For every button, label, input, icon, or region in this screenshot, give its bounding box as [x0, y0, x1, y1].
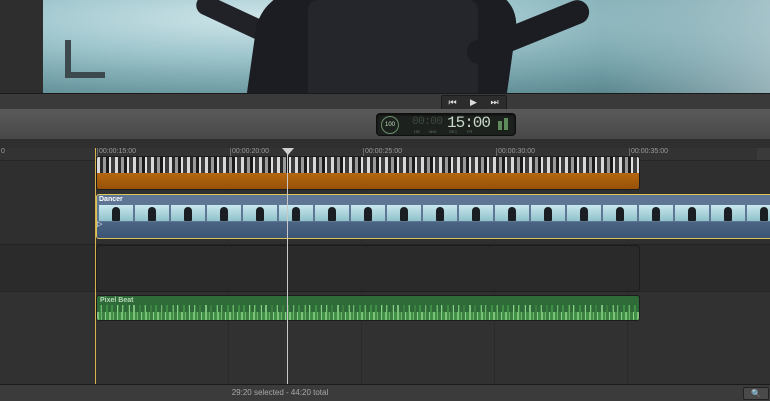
dancer-torso	[308, 0, 478, 93]
stage-light	[603, 0, 770, 93]
timecode-unit-min: MIN	[429, 129, 437, 134]
pixel-beat-audio-clip[interactable]: Pixel Beat	[96, 295, 640, 321]
connected-clip[interactable]	[96, 156, 640, 190]
ruler-tick-label: 00:00:25:00	[363, 148, 402, 159]
ruler-tick-label: 00:00:20:00	[230, 148, 269, 159]
status-bar: 29:20 selected - 44:20 total 🔍	[0, 384, 770, 401]
letter-l-graphic	[65, 40, 105, 78]
viewer	[0, 0, 770, 93]
connected-clip-bar	[97, 173, 639, 189]
audio-waveform-peaks	[97, 305, 639, 312]
ruler-tick-label: 00:00:30:00	[496, 148, 535, 159]
dancer-filmstrip	[99, 205, 770, 221]
timecode-unit-fr: FR	[467, 129, 473, 134]
timecode-unit-sec: SEC	[449, 129, 458, 134]
zoom-icon[interactable]: 🔍	[743, 387, 769, 400]
viewer-left-panel	[0, 0, 44, 93]
timecode-hours-minutes: 00:00	[412, 116, 443, 128]
audio-clip-label: Pixel Beat	[100, 297, 134, 304]
dancer-clip-base	[97, 222, 770, 238]
timecode-unit-hr: HR	[414, 129, 420, 134]
dancer-clip[interactable]: Dancer ▷	[96, 194, 770, 239]
audio-meter-icon	[498, 118, 510, 130]
dancer-clip-label: Dancer	[99, 196, 123, 203]
ruler-tick-label: 00:00:35:00	[629, 148, 668, 159]
ruler-tick-label: 0	[0, 148, 5, 159]
clip-trim-handle-icon[interactable]: ▷	[97, 221, 103, 229]
ruler-end-cap	[757, 148, 770, 160]
gap-clip[interactable]	[96, 245, 640, 292]
previous-frame-icon[interactable]: ⏮	[442, 96, 463, 109]
transport-controls: ⏮ ▶ ⏭	[441, 95, 507, 110]
next-frame-icon[interactable]: ⏭	[484, 96, 505, 109]
timecode-display[interactable]: 100 00:00 15:00 HR MIN SEC FR	[376, 113, 516, 136]
ruler-tick-label: 00:00:15:00	[97, 148, 136, 159]
play-icon[interactable]: ▶	[463, 96, 484, 109]
connected-clip-filmstrip	[97, 157, 639, 173]
timecode-rate-badge: 100	[381, 116, 399, 134]
selection-start-line	[95, 148, 96, 384]
transport-bar: ⏮ ▶ ⏭	[0, 93, 770, 110]
playhead[interactable]	[287, 148, 288, 384]
playhead-handle-icon[interactable]	[282, 148, 294, 155]
video-frame	[43, 0, 770, 93]
selection-duration-text: 29:20 selected - 44:20 total	[231, 388, 329, 397]
